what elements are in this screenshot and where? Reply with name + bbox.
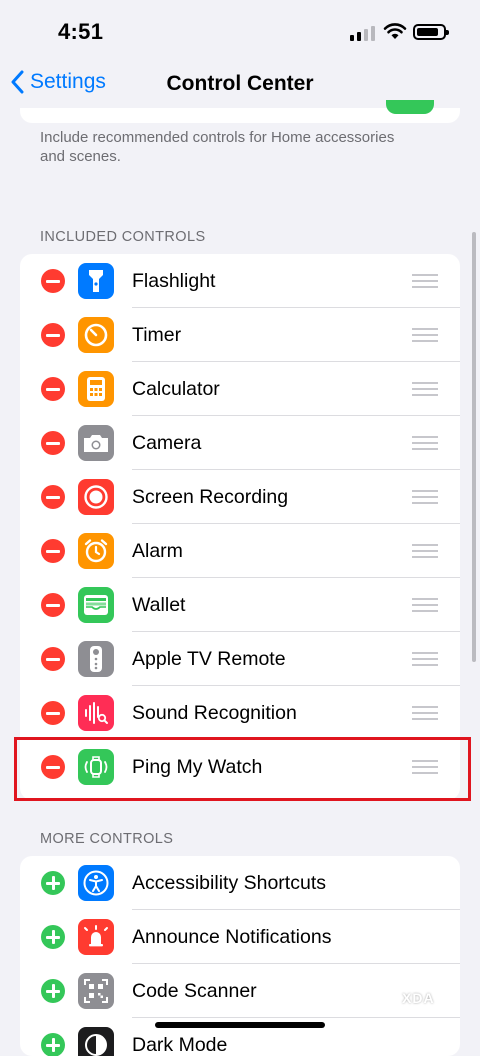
list-item[interactable]: Screen Recording	[20, 470, 460, 524]
item-label: Screen Recording	[132, 486, 289, 508]
item-label: Apple TV Remote	[132, 648, 286, 670]
remove-button[interactable]	[41, 539, 65, 563]
dark-mode-icon	[78, 1027, 114, 1056]
more-controls-header: MORE CONTROLS	[40, 831, 174, 847]
status-bar: 4:51	[0, 0, 480, 62]
list-item[interactable]: Timer	[20, 308, 460, 362]
item-label: Calculator	[132, 378, 220, 400]
remove-button[interactable]	[41, 269, 65, 293]
calculator-icon	[78, 371, 114, 407]
qr-code-icon	[78, 973, 114, 1009]
wallet-icon	[78, 587, 114, 623]
announce-icon	[78, 919, 114, 955]
drag-handle-icon[interactable]	[412, 544, 438, 558]
remove-button[interactable]	[41, 431, 65, 455]
remove-button[interactable]	[41, 485, 65, 509]
list-item[interactable]: Flashlight	[20, 254, 460, 308]
list-item[interactable]: Code Scanner	[20, 964, 460, 1018]
list-item[interactable]: Wallet	[20, 578, 460, 632]
list-item[interactable]: Camera	[20, 416, 460, 470]
list-item[interactable]: Calculator	[20, 362, 460, 416]
item-label: Alarm	[132, 540, 183, 562]
drag-handle-icon[interactable]	[412, 436, 438, 450]
item-label: Timer	[132, 324, 182, 346]
included-controls-list: Flashlight Timer Calculator Camera Scree…	[20, 254, 460, 800]
page-title: Control Center	[166, 72, 314, 95]
list-item[interactable]: Alarm	[20, 524, 460, 578]
home-controls-footnote: Include recommended controls for Home ac…	[40, 129, 395, 165]
camera-icon	[78, 425, 114, 461]
add-button[interactable]	[41, 925, 65, 949]
wifi-icon	[383, 23, 407, 39]
home-indicator[interactable]	[155, 1022, 325, 1028]
alarm-icon	[78, 533, 114, 569]
item-label: Wallet	[132, 594, 186, 616]
item-label: Flashlight	[132, 270, 216, 292]
accessibility-icon	[78, 865, 114, 901]
sound-recognition-icon	[78, 695, 114, 731]
remote-icon	[78, 641, 114, 677]
remove-button[interactable]	[41, 323, 65, 347]
drag-handle-icon[interactable]	[412, 598, 438, 612]
item-label: Dark Mode	[132, 1034, 228, 1056]
add-button[interactable]	[41, 979, 65, 1003]
highlight-box	[14, 737, 471, 801]
remove-button[interactable]	[41, 377, 65, 401]
item-label: Sound Recognition	[132, 702, 297, 724]
list-item[interactable]: Apple TV Remote	[20, 632, 460, 686]
add-button[interactable]	[41, 1033, 65, 1056]
remove-button[interactable]	[41, 593, 65, 617]
remove-button[interactable]	[41, 701, 65, 725]
timer-icon	[78, 317, 114, 353]
drag-handle-icon[interactable]	[412, 382, 438, 396]
item-label: Announce Notifications	[132, 926, 332, 948]
drag-handle-icon[interactable]	[412, 706, 438, 720]
battery-icon	[413, 24, 449, 40]
list-item[interactable]: Announce Notifications	[20, 910, 460, 964]
status-time: 4:51	[58, 19, 104, 44]
cellular-signal-icon	[350, 26, 375, 41]
item-label: Accessibility Shortcuts	[132, 872, 326, 894]
watermark-logo: XDA	[402, 990, 435, 1006]
flashlight-icon	[78, 263, 114, 299]
drag-handle-icon[interactable]	[412, 652, 438, 666]
included-controls-header: INCLUDED CONTROLS	[40, 229, 206, 245]
remove-button[interactable]	[41, 647, 65, 671]
scrollbar[interactable]	[472, 232, 476, 662]
drag-handle-icon[interactable]	[412, 328, 438, 342]
list-item[interactable]: Sound Recognition	[20, 686, 460, 740]
drag-handle-icon[interactable]	[412, 490, 438, 504]
item-label: Code Scanner	[132, 980, 257, 1002]
add-button[interactable]	[41, 871, 65, 895]
record-icon	[78, 479, 114, 515]
item-label: Camera	[132, 432, 202, 454]
home-controls-toggle[interactable]	[386, 100, 434, 114]
list-item[interactable]: Accessibility Shortcuts	[20, 856, 460, 910]
drag-handle-icon[interactable]	[412, 274, 438, 288]
